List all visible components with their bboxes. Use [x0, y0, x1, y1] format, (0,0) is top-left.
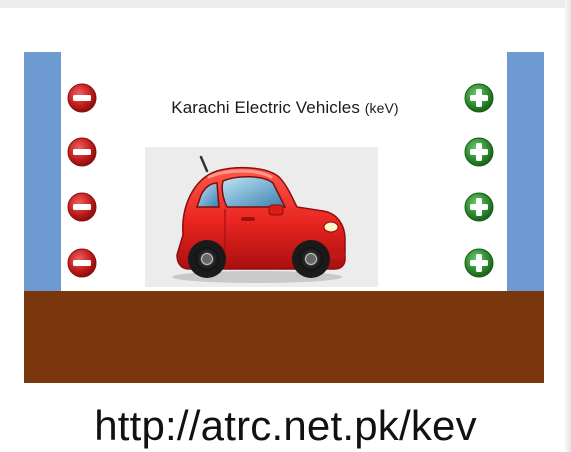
- minus-circle-icon: [67, 137, 97, 167]
- right-wall: [507, 52, 544, 292]
- red-car-icon: [172, 155, 346, 283]
- website-url[interactable]: http://atrc.net.pk/kev: [0, 402, 571, 450]
- minus-circle-icon: [67, 83, 97, 113]
- plus-circle-icon: [464, 137, 494, 167]
- minus-circle-icon: [67, 248, 97, 278]
- banner-title-main: Karachi Electric Vehicles: [171, 98, 360, 117]
- banner-title: Karachi Electric Vehicles (keV): [130, 98, 440, 118]
- minus-circle-icon: [67, 192, 97, 222]
- car-image: [145, 147, 378, 287]
- plus-circle-icon: [464, 83, 494, 113]
- plus-circle-icon: [464, 248, 494, 278]
- ground-block: [24, 291, 544, 383]
- top-bar: [0, 0, 571, 8]
- banner-title-unit: (keV): [364, 100, 399, 116]
- left-wall: [24, 52, 61, 292]
- plus-circle-icon: [464, 192, 494, 222]
- right-edge-shadow: [565, 0, 571, 452]
